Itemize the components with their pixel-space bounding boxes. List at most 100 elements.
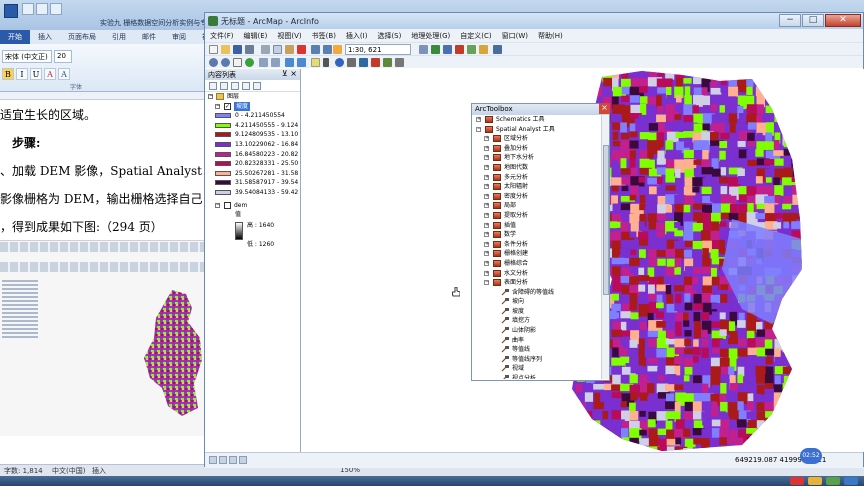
zoom-in-icon[interactable] <box>209 58 218 67</box>
expand-icon[interactable]: + <box>484 251 489 257</box>
whats-this-icon[interactable] <box>493 45 502 54</box>
legend-swatch[interactable] <box>215 122 231 128</box>
toolbox-toolset-item[interactable]: + 局部 <box>472 201 602 211</box>
layer-visibility-checkbox[interactable] <box>224 201 231 209</box>
legend-swatch[interactable] <box>215 170 231 176</box>
toolbox-toolset-item[interactable]: + 多元分析 <box>472 173 602 183</box>
toolbox-tool-item[interactable]: 视域 <box>472 364 602 374</box>
toolbox-tool-item[interactable]: 山体阴影 <box>472 326 602 336</box>
pan-icon[interactable] <box>233 58 242 67</box>
menu-edit[interactable]: 编辑(E) <box>239 29 273 42</box>
paste-icon[interactable] <box>285 45 294 54</box>
editor-icon[interactable] <box>419 45 428 54</box>
legend-swatch[interactable] <box>215 189 231 195</box>
legend-class-row[interactable]: 13.10229062 - 16.84 <box>205 140 300 150</box>
word-app-icon[interactable] <box>4 4 18 18</box>
expand-icon[interactable]: + <box>484 145 489 151</box>
word-tab-home[interactable]: 开始 <box>0 30 30 44</box>
undo-icon[interactable] <box>36 3 48 15</box>
open-folder-icon[interactable] <box>221 45 230 54</box>
collapse-icon[interactable]: − <box>476 126 481 132</box>
list-by-drawing-order-icon[interactable] <box>209 82 217 90</box>
arctoolbox-close-button[interactable]: × <box>599 103 610 114</box>
toolbox-toolset-item[interactable]: + 区域分析 <box>472 134 602 144</box>
zoom-out-icon[interactable] <box>221 58 230 67</box>
taskbar-app-icon-2[interactable] <box>808 477 822 485</box>
legend-class-row[interactable]: 25.50267281 - 31.58 <box>205 169 300 179</box>
toc-options-icon[interactable] <box>253 82 261 90</box>
word-tab-references[interactable]: 引用 <box>104 30 134 44</box>
list-by-selection-icon[interactable] <box>242 82 250 90</box>
toolbox-toolset-item[interactable]: + 水文分析 <box>472 269 602 279</box>
taskbar-app-icon-3[interactable] <box>826 477 840 485</box>
expand-icon[interactable]: + <box>484 174 489 180</box>
list-by-source-icon[interactable] <box>220 82 228 90</box>
menu-view[interactable]: 视图(V) <box>272 29 306 42</box>
menu-file[interactable]: 文件(F) <box>205 29 239 42</box>
expand-icon[interactable]: + <box>484 136 489 142</box>
expand-icon[interactable]: + <box>476 117 481 122</box>
word-document-page[interactable]: 适宜生长的区域。 步骤: 、加载 DEM 影像，Spatial Analyst … <box>0 100 218 240</box>
toolbox-toolset-item[interactable]: + 提取分析 <box>472 211 602 221</box>
taskbar-app-icon-4[interactable] <box>844 477 858 485</box>
list-by-visibility-icon[interactable] <box>231 82 239 90</box>
forward-extent-icon[interactable] <box>297 58 306 67</box>
highlight-button[interactable]: A <box>44 68 56 80</box>
toc-layers-group[interactable]: − 图层 <box>205 92 300 102</box>
arctoolbox-scrollbar[interactable] <box>601 115 609 379</box>
legend-swatch[interactable] <box>215 161 231 167</box>
menu-windows[interactable]: 窗口(W) <box>497 29 533 42</box>
layout-view-icon[interactable] <box>209 456 217 464</box>
taskbar-app-icon-1[interactable] <box>790 477 804 485</box>
add-data-icon[interactable] <box>333 45 342 54</box>
legend-swatch[interactable] <box>215 113 231 119</box>
bold-button[interactable]: B <box>2 68 14 80</box>
toolbox-tool-item[interactable]: 填挖方 <box>472 316 602 326</box>
menu-selection[interactable]: 选择(S) <box>372 29 406 42</box>
expand-icon[interactable]: + <box>484 164 489 170</box>
redo-icon[interactable] <box>50 3 62 15</box>
pause-draw-icon[interactable] <box>239 456 247 464</box>
cut-icon[interactable] <box>261 45 270 54</box>
underline-button[interactable]: U <box>30 68 42 80</box>
toolbox-toolset-item[interactable]: + Schematics 工具 <box>472 115 602 125</box>
legend-swatch[interactable] <box>215 141 231 147</box>
word-tab-insert[interactable]: 插入 <box>30 30 60 44</box>
legend-class-row[interactable]: 9.124809535 - 13.10 <box>205 130 300 140</box>
word-tab-review[interactable]: 审阅 <box>164 30 194 44</box>
collapse-icon[interactable]: − <box>484 280 489 286</box>
html-popup-icon[interactable] <box>383 58 392 67</box>
toolbox-toolset-item[interactable]: + 栅格创建 <box>472 249 602 259</box>
toolbox-toolset-item[interactable]: + 密度分析 <box>472 192 602 202</box>
toc-layer-dem[interactable]: − dem <box>205 201 300 211</box>
toolbox-toolset-item[interactable]: + 地下水分析 <box>472 153 602 163</box>
toolbox-toolset-item[interactable]: + 地图代数 <box>472 163 602 173</box>
menu-customize[interactable]: 自定义(C) <box>455 29 496 42</box>
data-view-icon[interactable] <box>219 456 227 464</box>
refresh-icon[interactable] <box>229 456 237 464</box>
fixed-zoom-in-icon[interactable] <box>259 58 268 67</box>
italic-button[interactable]: I <box>16 68 28 80</box>
legend-class-row[interactable]: 39.54084133 - 59.42 <box>205 188 300 198</box>
legend-class-row[interactable]: 16.84580223 - 20.82 <box>205 150 300 160</box>
python-icon[interactable] <box>467 45 476 54</box>
save-icon[interactable] <box>22 3 34 15</box>
expand-icon[interactable]: + <box>484 241 489 247</box>
legend-class-row[interactable]: 0 - 4.211450554 <box>205 111 300 121</box>
catalog-icon[interactable] <box>443 45 452 54</box>
legend-swatch[interactable] <box>215 180 231 186</box>
identify-icon[interactable] <box>335 58 344 67</box>
word-tab-mailings[interactable]: 邮件 <box>134 30 164 44</box>
legend-class-row[interactable]: 20.82328331 - 25.50 <box>205 159 300 169</box>
toolbox-toolset-item[interactable]: + 栅格综合 <box>472 259 602 269</box>
toc-icon[interactable] <box>431 45 440 54</box>
copy-icon[interactable] <box>273 45 282 54</box>
toolbox-toolset-item[interactable]: + 插值 <box>472 221 602 231</box>
toolbox-toolset-item[interactable]: − Spatial Analyst 工具 <box>472 125 602 135</box>
expand-icon[interactable]: + <box>484 260 489 266</box>
print-icon[interactable] <box>245 45 254 54</box>
toolbox-tool-item[interactable]: 坡向 <box>472 297 602 307</box>
toolbox-tool-item[interactable]: 坡度 <box>472 307 602 317</box>
expand-icon[interactable]: + <box>484 203 489 209</box>
toolbox-tool-item[interactable]: 曲率 <box>472 336 602 346</box>
